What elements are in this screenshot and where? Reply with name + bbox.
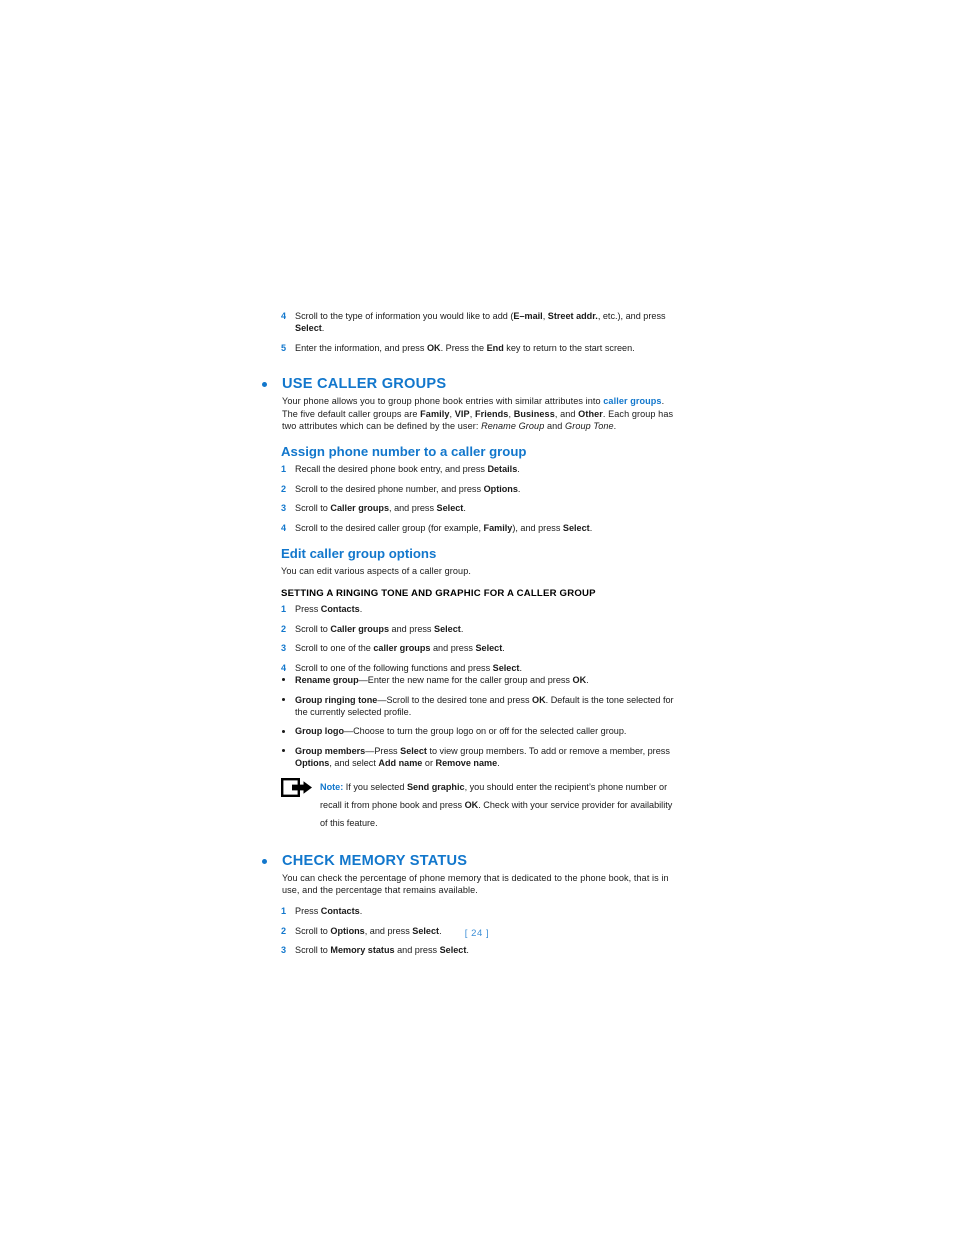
list-item: 4 Scroll to the desired caller group (fo… — [262, 522, 682, 534]
step-text: Scroll to the type of information you wo… — [295, 311, 666, 334]
list-item: 1 Recall the desired phone book entry, a… — [262, 463, 682, 475]
list-item: 1 Press Contacts. — [262, 603, 682, 615]
step-number: 1 — [281, 604, 287, 615]
step-text: Enter the information, and press OK. Pre… — [295, 342, 635, 353]
caller-group-functions-list: Rename group—Enter the new name for the … — [262, 674, 682, 769]
section-body-check-memory-status: You can check the percentage of phone me… — [262, 872, 682, 897]
list-item: Group ringing tone—Scroll to the desired… — [262, 694, 682, 719]
bullet-icon — [282, 749, 285, 753]
bullet-icon — [282, 678, 285, 682]
function-text: Rename group—Enter the new name for the … — [295, 675, 589, 686]
step-text: Scroll to Memory status and press Select… — [295, 945, 469, 956]
section-title: USE CALLER GROUPS — [282, 376, 447, 393]
bullet-icon — [282, 729, 285, 733]
step-number: 5 — [281, 342, 287, 353]
step-text: Scroll to Caller groups and press Select… — [295, 623, 464, 634]
step-text: Scroll to one of the caller groups and p… — [295, 643, 505, 654]
step-number: 3 — [281, 503, 287, 514]
section-intro-paragraph: Your phone allows you to group phone boo… — [282, 396, 674, 432]
memory-status-intro-paragraph: You can check the percentage of phone me… — [282, 872, 669, 895]
function-text: Group logo—Choose to turn the group logo… — [295, 726, 627, 737]
page-content: 4 Scroll to the type of information you … — [262, 310, 682, 957]
step-text: Scroll to the desired caller group (for … — [295, 522, 593, 533]
section-bullet-icon — [262, 858, 267, 864]
subheading-assign-phone-number: Assign phone number to a caller group — [281, 444, 527, 460]
section-bullet-icon — [262, 382, 267, 388]
list-item: Group members—Press Select to view group… — [262, 745, 682, 770]
note-text: Note: If you selected Send graphic, you … — [320, 781, 673, 828]
step-number: 2 — [281, 483, 287, 494]
list-item: 3 Scroll to one of the caller groups and… — [262, 642, 682, 654]
note-callout: Note: If you selected Send graphic, you … — [262, 777, 682, 831]
edit-intro-paragraph: You can edit various aspects of a caller… — [281, 566, 471, 577]
function-text: Group members—Press Select to view group… — [295, 745, 670, 769]
step-number: 4 — [281, 311, 287, 321]
list-item: 3 Scroll to Caller groups, and press Sel… — [262, 502, 682, 514]
list-item: 5 Enter the information, and press OK. P… — [262, 342, 682, 354]
section-heading-use-caller-groups: USE CALLER GROUPS — [262, 375, 682, 393]
section-body-use-caller-groups: Your phone allows you to group phone boo… — [262, 395, 682, 432]
assign-steps-list: 1 Recall the desired phone book entry, a… — [262, 463, 682, 534]
list-item: 2 Scroll to Caller groups and press Sele… — [262, 623, 682, 635]
list-item: 3 Scroll to Memory status and press Sele… — [262, 944, 682, 956]
list-item: 4 Scroll to the type of information you … — [262, 310, 682, 335]
step-text: Scroll to the desired phone number, and … — [295, 483, 521, 494]
edit-steps-list: 1 Press Contacts. 2 Scroll to Caller gro… — [262, 603, 682, 674]
list-item: 1 Press Contacts. — [262, 905, 682, 917]
step-number: 3 — [281, 643, 287, 654]
note-arrow-icon — [281, 777, 313, 797]
section-title: CHECK MEMORY STATUS — [282, 852, 468, 869]
page-number-footer: [ 24 ] — [464, 928, 490, 939]
step-number: 1 — [281, 906, 287, 917]
step-text: Scroll to one of the following functions… — [295, 662, 522, 673]
list-item: 2 Scroll to the desired phone number, an… — [262, 483, 682, 495]
subheading-edit-caller-group-options: Edit caller group options — [281, 546, 437, 562]
section-heading-check-memory-status: CHECK MEMORY STATUS — [262, 852, 682, 870]
intro-steps-list: 4 Scroll to the type of information you … — [262, 310, 682, 354]
step-text: Press Contacts. — [295, 604, 363, 615]
bullet-icon — [282, 697, 285, 701]
function-text: Group ringing tone—Scroll to the desired… — [295, 694, 674, 717]
step-text: Recall the desired phone book entry, and… — [295, 464, 520, 475]
step-number: 4 — [281, 522, 287, 533]
step-text: Scroll to Caller groups, and press Selec… — [295, 503, 466, 514]
manual-page: 4 Scroll to the type of information you … — [0, 0, 954, 1235]
step-text: Press Contacts. — [295, 906, 363, 917]
list-item: 4 Scroll to one of the following functio… — [262, 662, 682, 674]
heading-setting-ringing-tone: SETTING A RINGING TONE AND GRAPHIC FOR A… — [281, 588, 596, 600]
list-item: Group logo—Choose to turn the group logo… — [262, 725, 682, 737]
step-number: 3 — [281, 945, 287, 956]
list-item: Rename group—Enter the new name for the … — [262, 674, 682, 686]
step-number: 4 — [281, 662, 287, 673]
step-number: 1 — [281, 464, 287, 475]
step-number: 2 — [281, 623, 287, 634]
